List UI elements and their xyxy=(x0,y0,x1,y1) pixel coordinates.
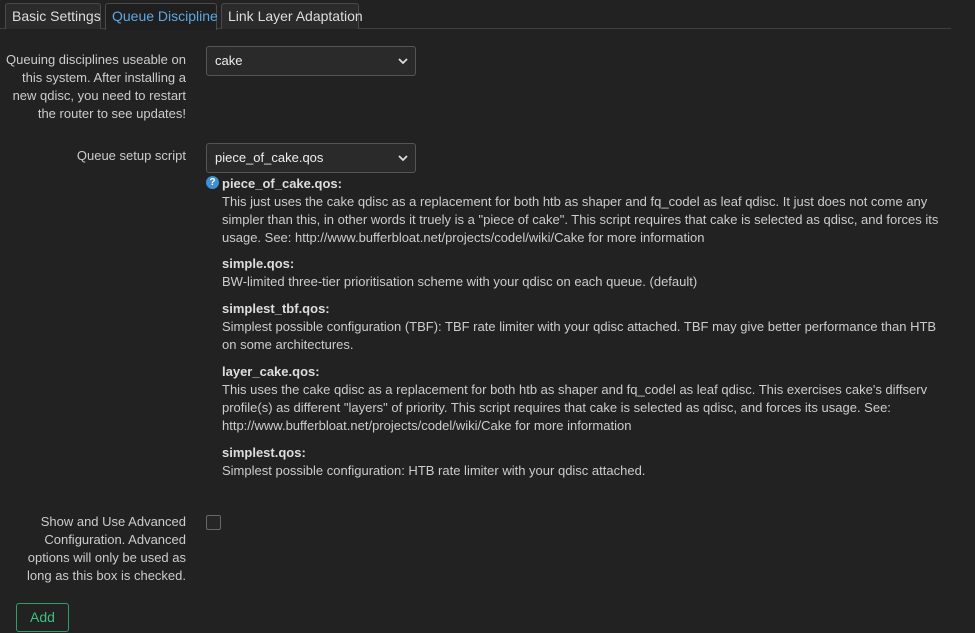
tab-bar: Basic Settings Queue Discipline Link Lay… xyxy=(0,0,951,30)
help-entry-description: BW-limited three-tier prioritisation sch… xyxy=(222,274,698,289)
help-entry-description: This uses the cake qdisc as a replacemen… xyxy=(222,382,928,433)
help-entry-description: Simplest possible configuration: HTB rat… xyxy=(222,463,646,478)
help-entry: simple.qos: BW-limited three-tier priori… xyxy=(222,255,946,291)
help-entry: simplest_tbf.qos: Simplest possible conf… xyxy=(222,300,946,354)
chevron-down-icon xyxy=(398,155,408,162)
help-entry-description: Simplest possible configuration (TBF): T… xyxy=(222,319,937,352)
script-select-value: piece_of_cake.qos xyxy=(215,150,324,165)
help-entry: simplest.qos: Simplest possible configur… xyxy=(222,444,946,480)
tab-queue-discipline[interactable]: Queue Discipline xyxy=(105,3,218,30)
help-icon: ? xyxy=(206,176,219,189)
advanced-label: Show and Use Advanced Configuration. Adv… xyxy=(27,514,186,583)
script-label: Queue setup script xyxy=(76,148,186,163)
help-entry-name: piece_of_cake.qos: xyxy=(222,176,342,191)
qdisc-label: Queuing disciplines useable on this syst… xyxy=(6,52,186,121)
help-entry-name: simplest.qos: xyxy=(222,445,306,460)
qdisc-select-value: cake xyxy=(215,53,243,68)
tab-basic-settings[interactable]: Basic Settings xyxy=(5,3,101,29)
qdisc-select[interactable]: cake xyxy=(206,46,416,76)
help-entry-name: simple.qos: xyxy=(222,256,295,271)
chevron-down-icon xyxy=(398,58,408,65)
help-entry-name: simplest_tbf.qos: xyxy=(222,301,330,316)
script-select[interactable]: piece_of_cake.qos xyxy=(206,143,416,173)
help-entry: piece_of_cake.qos: This just uses the ca… xyxy=(222,175,946,247)
help-entry-description: This just uses the cake qdisc as a repla… xyxy=(222,194,939,245)
advanced-checkbox[interactable] xyxy=(206,515,221,530)
help-entry: layer_cake.qos: This uses the cake qdisc… xyxy=(222,363,946,435)
tab-link-layer-adaptation[interactable]: Link Layer Adaptation xyxy=(221,3,363,29)
add-button[interactable]: Add xyxy=(16,603,69,632)
help-entry-name: layer_cake.qos: xyxy=(222,364,320,379)
